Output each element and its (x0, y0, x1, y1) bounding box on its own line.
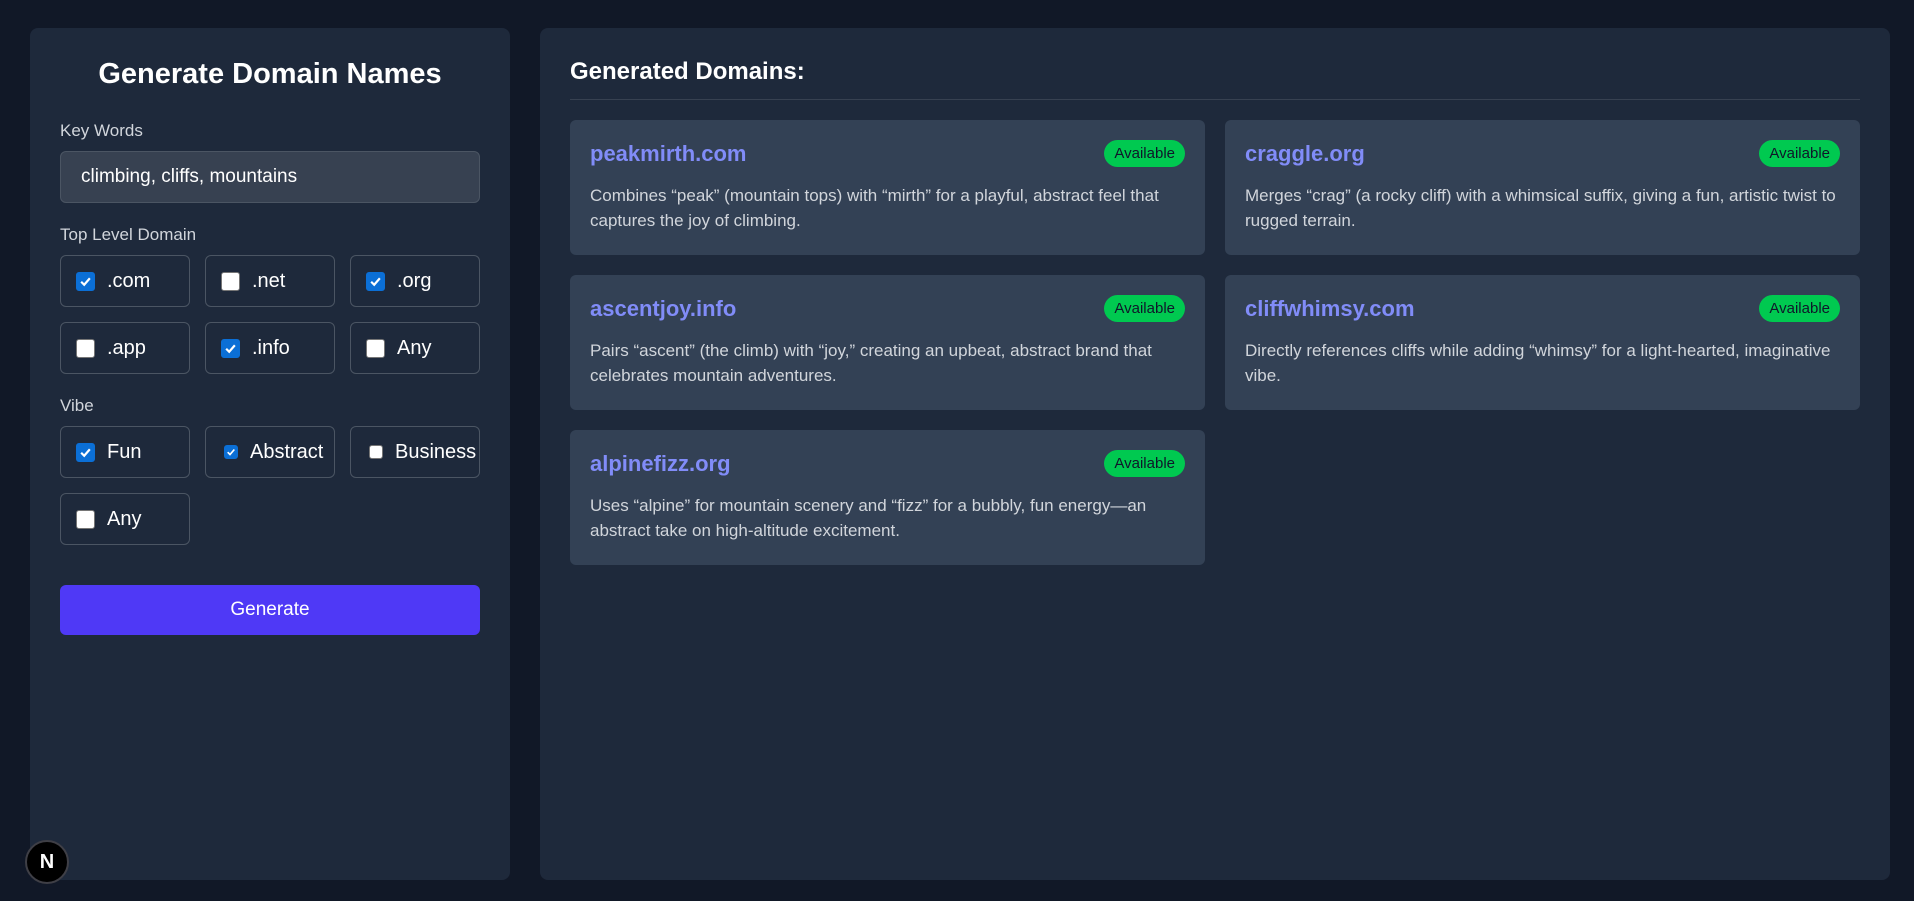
tld-option-info[interactable]: .info (205, 322, 335, 374)
domain-card: cliffwhimsy.com Available Directly refer… (1225, 275, 1860, 410)
option-label: Fun (107, 440, 142, 463)
tld-option-any[interactable]: Any (350, 322, 480, 374)
tld-option-org[interactable]: .org (350, 255, 480, 307)
generate-button[interactable]: Generate (60, 585, 480, 635)
tld-label: Top Level Domain (60, 225, 197, 244)
tld-options: .com .net .org .app .info Any (60, 255, 480, 374)
tld-option-net[interactable]: .net (205, 255, 335, 307)
nextjs-dev-indicator[interactable]: N (25, 840, 69, 884)
status-badge: Available (1759, 295, 1840, 322)
domain-description: Pairs “ascent” (the climb) with “joy,” c… (590, 341, 1152, 385)
checkbox[interactable] (224, 445, 238, 459)
option-label: Business (395, 440, 477, 463)
keywords-label: Key Words (60, 121, 143, 140)
vibe-options: Fun Abstract Business Any (60, 426, 480, 545)
results-title: Generated Domains: (570, 58, 1860, 100)
option-label: .com (107, 269, 151, 292)
status-badge: Available (1104, 450, 1185, 477)
option-label: Any (397, 336, 432, 359)
vibe-label: Vibe (60, 396, 94, 415)
checkbox[interactable] (366, 271, 385, 291)
domain-card: craggle.org Available Merges “crag” (a r… (1225, 120, 1860, 255)
checkbox[interactable] (369, 445, 383, 459)
domain-name[interactable]: craggle.org (1245, 141, 1365, 167)
checkbox[interactable] (76, 442, 95, 462)
form-title: Generate Domain Names (98, 58, 442, 90)
domain-name[interactable]: cliffwhimsy.com (1245, 296, 1415, 322)
domain-name[interactable]: alpinefizz.org (590, 451, 731, 477)
domain-card: alpinefizz.org Available Uses “alpine” f… (570, 430, 1205, 565)
nextjs-logo-icon: N (39, 850, 55, 873)
option-label: Abstract (250, 440, 324, 463)
status-badge: Available (1759, 140, 1840, 167)
tld-option-com[interactable]: .com (60, 255, 190, 307)
generator-form-panel: Generate Domain Names Key Words Top Leve… (30, 28, 510, 880)
status-badge: Available (1104, 295, 1185, 322)
domain-description: Uses “alpine” for mountain scenery and “… (590, 496, 1147, 540)
option-label: Any (107, 507, 142, 530)
checkbox[interactable] (221, 271, 240, 291)
option-label: .net (252, 269, 286, 292)
checkbox[interactable] (76, 271, 95, 291)
results-panel: Generated Domains: peakmirth.com Availab… (540, 28, 1890, 880)
checkbox[interactable] (76, 338, 95, 358)
option-label: .org (397, 269, 432, 292)
tld-option-app[interactable]: .app (60, 322, 190, 374)
vibe-option-any[interactable]: Any (60, 493, 190, 545)
domain-description: Merges “crag” (a rocky cliff) with a whi… (1245, 186, 1836, 230)
vibe-option-fun[interactable]: Fun (60, 426, 190, 478)
option-label: .info (252, 336, 290, 359)
checkbox[interactable] (221, 338, 240, 358)
domain-cards: peakmirth.com Available Combines “peak” … (570, 120, 1860, 565)
domain-description: Combines “peak” (mountain tops) with “mi… (590, 186, 1159, 230)
option-label: .app (107, 336, 146, 359)
vibe-option-business[interactable]: Business (350, 426, 480, 478)
vibe-option-abstract[interactable]: Abstract (205, 426, 335, 478)
domain-card: peakmirth.com Available Combines “peak” … (570, 120, 1205, 255)
domain-name[interactable]: ascentjoy.info (590, 296, 736, 322)
checkbox[interactable] (76, 509, 95, 529)
domain-name[interactable]: peakmirth.com (590, 141, 747, 167)
keywords-input[interactable] (60, 151, 480, 203)
domain-description: Directly references cliffs while adding … (1245, 341, 1831, 385)
status-badge: Available (1104, 140, 1185, 167)
checkbox[interactable] (366, 338, 385, 358)
domain-card: ascentjoy.info Available Pairs “ascent” … (570, 275, 1205, 410)
